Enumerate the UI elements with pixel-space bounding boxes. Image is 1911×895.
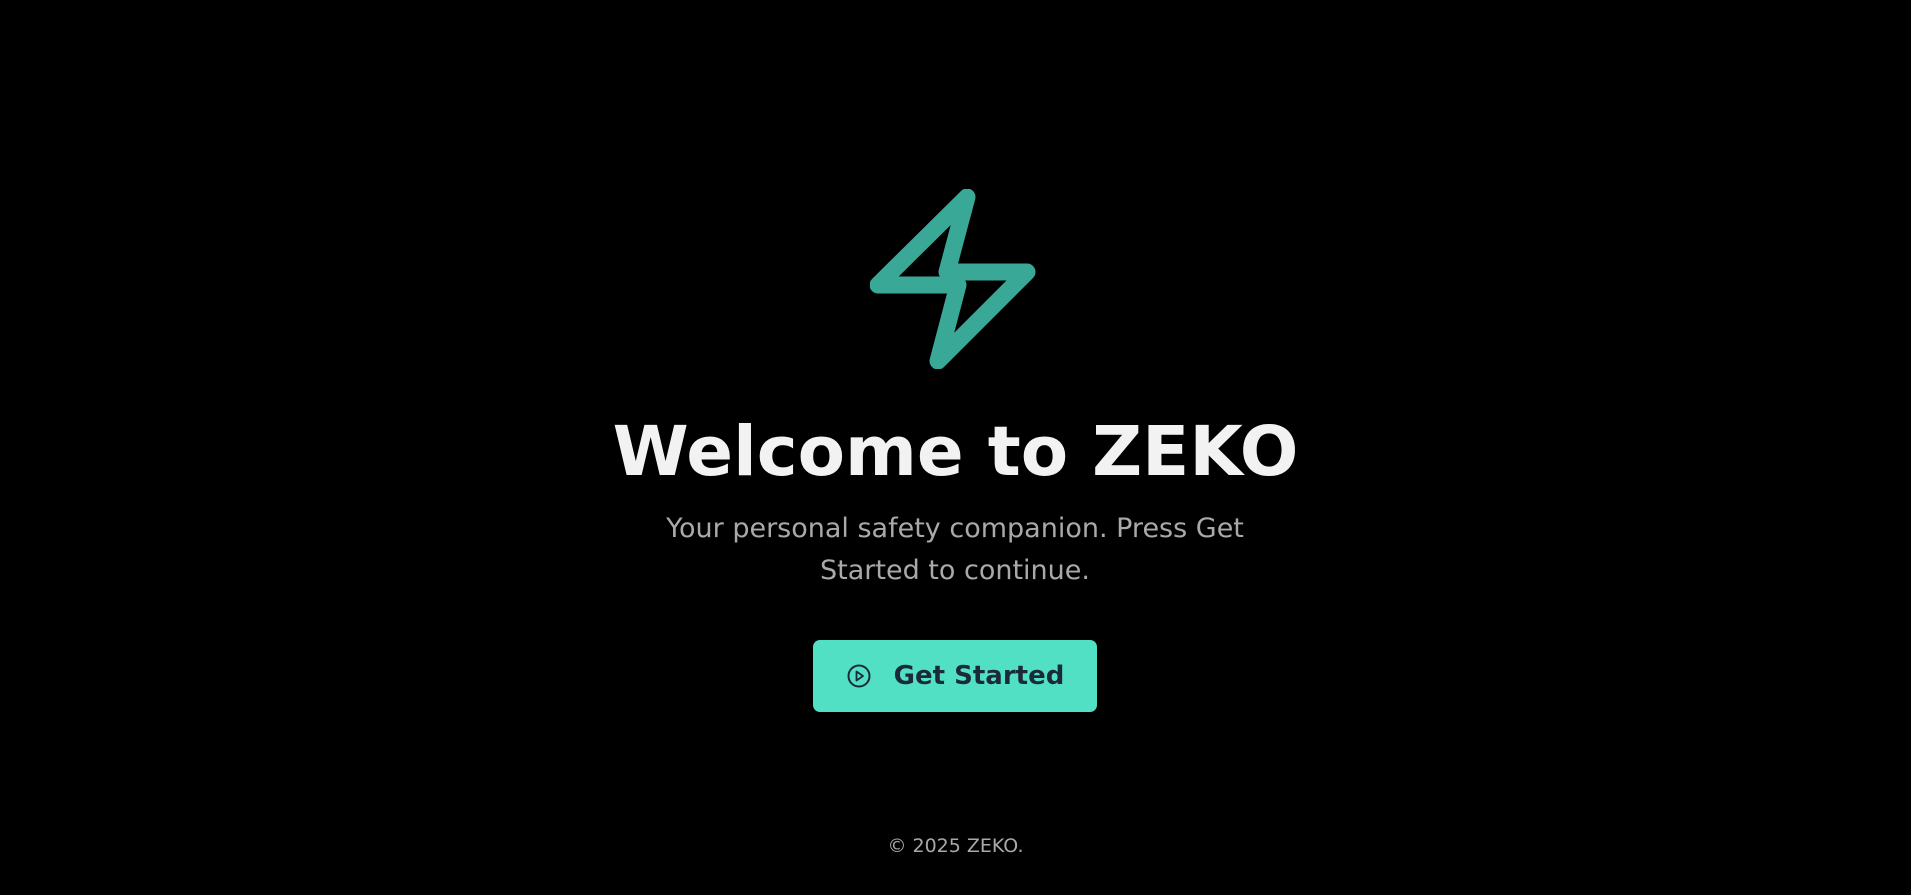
footer-copyright: © 2025 ZEKO. (887, 835, 1024, 857)
welcome-page: Welcome to ZEKO Your personal safety com… (0, 0, 1911, 895)
page-subtitle: Your personal safety companion. Press Ge… (666, 513, 1244, 586)
play-circle-icon (846, 663, 872, 689)
get-started-label: Get Started (893, 661, 1065, 691)
lightning-bolt-icon (870, 189, 1040, 369)
get-started-button[interactable]: Get Started (813, 640, 1097, 712)
page-title: Welcome to ZEKO (612, 412, 1299, 492)
